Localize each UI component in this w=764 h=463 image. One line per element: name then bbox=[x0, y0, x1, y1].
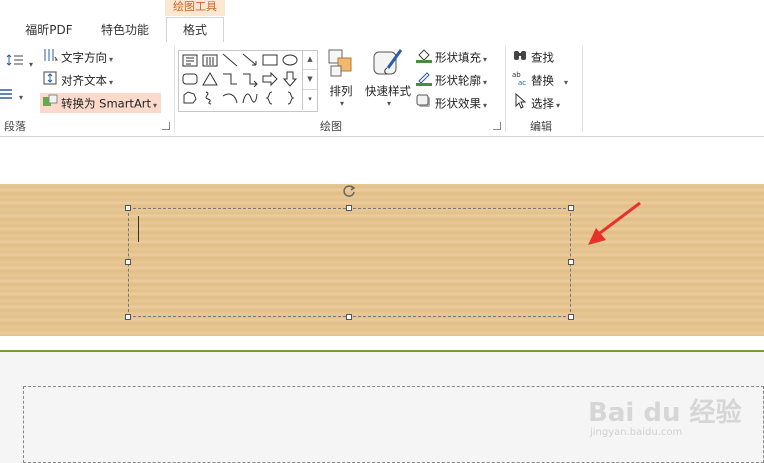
svg-text:ab: ab bbox=[512, 71, 521, 79]
select-button[interactable]: 选择 ▾ bbox=[512, 92, 560, 115]
right-arrow-shape-icon[interactable] bbox=[261, 71, 280, 89]
triangle-shape-icon[interactable] bbox=[201, 71, 220, 89]
resize-handle-top[interactable] bbox=[346, 205, 352, 211]
select-label: 选择 bbox=[531, 96, 554, 111]
resize-handle-bottom-right[interactable] bbox=[568, 314, 574, 320]
group-divider bbox=[582, 46, 583, 132]
quick-styles-icon bbox=[362, 48, 414, 83]
scribble-shape-icon[interactable] bbox=[201, 90, 220, 108]
bullets-icon bbox=[0, 87, 14, 107]
group-divider bbox=[505, 46, 506, 132]
text-box-shape-icon[interactable] bbox=[181, 52, 200, 70]
rectangle-shape-icon[interactable] bbox=[261, 52, 280, 70]
slide-spacer bbox=[0, 336, 764, 350]
curve-shape-icon[interactable] bbox=[241, 90, 260, 108]
arc-shape-icon[interactable] bbox=[221, 90, 240, 108]
arrange-icon bbox=[324, 48, 358, 83]
selected-text-box[interactable] bbox=[128, 208, 571, 317]
elbow-connector-shape-icon[interactable] bbox=[221, 71, 240, 89]
gallery-more-icon[interactable]: ▾ bbox=[303, 90, 317, 109]
shape-effects-label: 形状效果 bbox=[435, 96, 481, 111]
red-arrow-icon bbox=[584, 200, 644, 253]
resize-handle-bottom-left[interactable] bbox=[125, 314, 131, 320]
shapes-gallery-scrollbar[interactable]: ▲ ▼ ▾ bbox=[302, 50, 317, 110]
svg-text:ac: ac bbox=[518, 79, 526, 86]
tab-foxit-pdf[interactable]: 福昕PDF bbox=[18, 19, 80, 41]
line-spacing-icon bbox=[6, 52, 24, 74]
watermark-logo: Bai du 经验 bbox=[588, 398, 742, 428]
find-label: 查找 bbox=[531, 50, 554, 65]
shape-fill-label: 形状填充 bbox=[435, 50, 481, 65]
ribbon: ▾ ▾ 文字方向 ▾ 对齐文本 ▾ 转换为 SmartArt ▾ 段落 ▲ ▼ … bbox=[0, 42, 764, 137]
shapes-gallery[interactable] bbox=[178, 50, 318, 112]
shape-effects-icon bbox=[416, 93, 432, 115]
resize-handle-left[interactable] bbox=[125, 259, 131, 265]
find-button[interactable]: 查找 bbox=[512, 47, 554, 67]
oval-shape-icon[interactable] bbox=[281, 52, 300, 70]
ribbon-tabs: 绘图工具 福昕PDF 特色功能 格式 bbox=[0, 0, 764, 44]
drawing-tools-header: 绘图工具 bbox=[165, 0, 225, 16]
freeform-shape-icon[interactable] bbox=[181, 90, 200, 108]
arrange-caret-icon: ▾ bbox=[339, 99, 344, 108]
text-direction-button[interactable]: 文字方向 ▾ bbox=[42, 47, 113, 67]
replace-label: 替换 bbox=[531, 73, 554, 88]
resize-handle-top-left[interactable] bbox=[125, 205, 131, 211]
line-spacing-button[interactable]: ▾ bbox=[6, 52, 33, 72]
scroll-down-icon[interactable]: ▼ bbox=[303, 70, 317, 90]
watermark-url: jingyan.baidu.com bbox=[590, 427, 683, 438]
right-brace-shape-icon[interactable] bbox=[281, 90, 300, 108]
bullets-button[interactable]: ▾ bbox=[0, 86, 23, 106]
replace-button[interactable]: ab ac 替换 ▾ bbox=[512, 70, 568, 90]
down-arrow-shape-icon[interactable] bbox=[281, 71, 300, 89]
text-direction-icon bbox=[42, 47, 58, 69]
resize-handle-bottom[interactable] bbox=[346, 314, 352, 320]
text-direction-label: 文字方向 bbox=[61, 50, 107, 65]
rotate-handle-icon[interactable] bbox=[342, 184, 356, 201]
cursor-arrow-icon bbox=[512, 92, 528, 115]
smartart-icon bbox=[42, 93, 58, 115]
quick-styles-caret-icon: ▾ bbox=[386, 99, 391, 108]
line-shape-icon[interactable] bbox=[221, 52, 240, 70]
quick-styles-label: 快速样式 bbox=[365, 84, 411, 98]
align-text-icon bbox=[42, 70, 58, 92]
elbow-arrow-connector-shape-icon[interactable] bbox=[241, 71, 260, 89]
binoculars-icon bbox=[512, 47, 528, 69]
scroll-up-icon[interactable]: ▲ bbox=[303, 50, 317, 70]
convert-smartart-button[interactable]: 转换为 SmartArt ▾ bbox=[40, 93, 162, 115]
drawing-launcher-icon[interactable] bbox=[493, 122, 501, 130]
shape-effects-button[interactable]: 形状效果 ▾ bbox=[416, 93, 487, 113]
quick-styles-button[interactable]: 快速样式 ▾ bbox=[362, 48, 414, 108]
paragraph-launcher-icon[interactable] bbox=[162, 122, 170, 130]
resize-handle-top-right[interactable] bbox=[568, 205, 574, 211]
left-brace-shape-icon[interactable] bbox=[261, 90, 280, 108]
resize-handle-right[interactable] bbox=[568, 259, 574, 265]
tab-special-features[interactable]: 特色功能 bbox=[94, 19, 156, 41]
arrange-label: 排列 bbox=[329, 84, 353, 98]
group-divider bbox=[174, 46, 175, 132]
arrow-line-shape-icon[interactable] bbox=[241, 52, 260, 70]
replace-icon: ab ac bbox=[512, 70, 528, 92]
rounded-rectangle-shape-icon[interactable] bbox=[181, 71, 200, 89]
shape-fill-button[interactable]: 形状填充 ▾ bbox=[416, 47, 487, 67]
convert-smartart-label: 转换为 SmartArt bbox=[61, 96, 152, 111]
arrange-button[interactable]: 排列 ▾ bbox=[324, 48, 358, 108]
shape-outline-button[interactable]: 形状轮廓 ▾ bbox=[416, 70, 487, 90]
pencil-icon bbox=[416, 70, 432, 92]
vertical-text-box-shape-icon[interactable] bbox=[201, 52, 220, 70]
paragraph-group-label: 段落 bbox=[4, 120, 26, 133]
paint-bucket-icon bbox=[416, 47, 432, 69]
tab-format[interactable]: 格式 bbox=[166, 17, 224, 44]
drawing-group-label: 绘图 bbox=[320, 120, 342, 133]
align-text-button[interactable]: 对齐文本 ▾ bbox=[42, 70, 113, 90]
editing-group-label: 编辑 bbox=[530, 120, 552, 133]
align-text-label: 对齐文本 bbox=[61, 73, 107, 88]
text-cursor bbox=[138, 216, 139, 242]
slide-top-margin bbox=[0, 137, 764, 184]
shape-outline-label: 形状轮廓 bbox=[435, 73, 481, 88]
